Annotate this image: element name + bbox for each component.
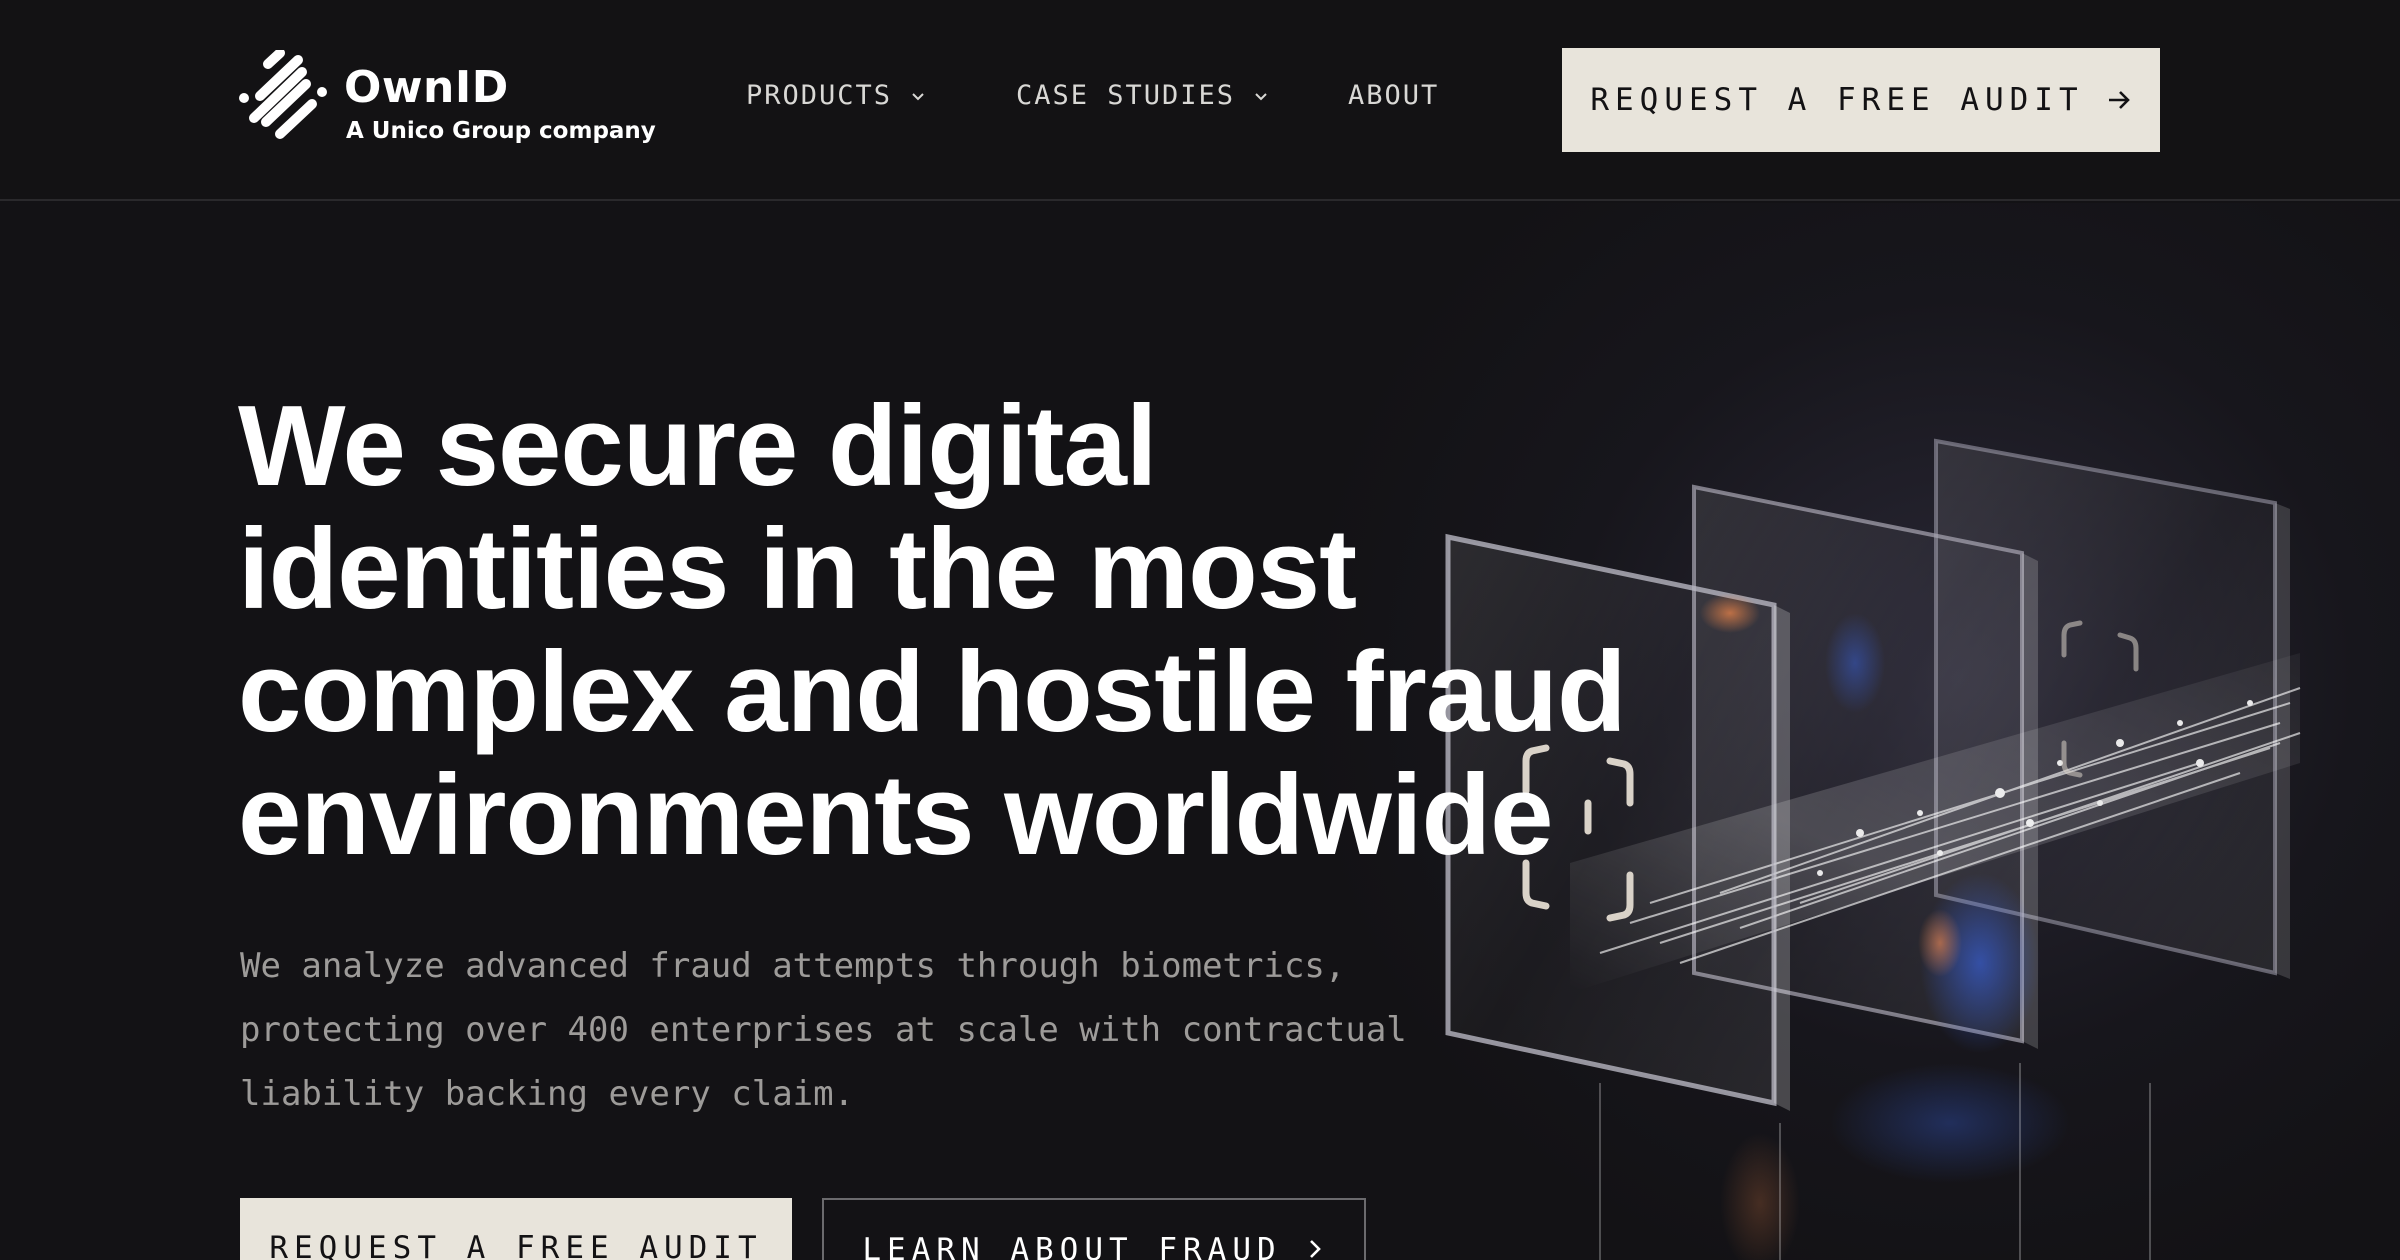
- hero-description-line: liability backing every claim.: [240, 1074, 855, 1114]
- header-cta-label: REQUEST A FREE AUDIT: [1590, 82, 2084, 118]
- hero-title-line: environments worldwide: [238, 752, 1554, 879]
- arrow-right-icon: [2108, 91, 2130, 109]
- chevron-down-icon: [912, 92, 924, 100]
- chevron-right-icon: [1309, 1240, 1321, 1258]
- nav-item-label: CASE STUDIES: [1016, 80, 1236, 111]
- learn-about-fraud-button[interactable]: LEARN ABOUT FRAUD: [822, 1198, 1366, 1260]
- nav-item-label: ABOUT: [1348, 80, 1440, 111]
- hero-title-line: identities in the most: [238, 506, 1357, 633]
- hero-title-line: complex and hostile fraud: [238, 629, 1627, 756]
- request-audit-button[interactable]: REQUEST A FREE AUDIT: [240, 1198, 792, 1260]
- nav-item-about[interactable]: ABOUT: [1348, 80, 1439, 111]
- site-header: OwnID A Unico Group company PRODUCTS CAS…: [0, 0, 2400, 201]
- brand-tagline: A Unico Group company: [346, 118, 656, 144]
- nav-item-products[interactable]: PRODUCTS: [746, 80, 926, 111]
- brand-logo[interactable]: OwnID A Unico Group company: [238, 50, 656, 150]
- hero-title: We secure digital identities in the most…: [238, 385, 1638, 877]
- hero-description-line: We analyze advanced fraud attempts throu…: [240, 946, 1346, 986]
- hero-description-line: protecting over 400 enterprises at scale…: [240, 1010, 1407, 1050]
- brand-name: OwnID: [344, 62, 509, 113]
- ownid-logo-mark-icon: [239, 50, 327, 139]
- hero-description: We analyze advanced fraud attempts throu…: [240, 934, 1540, 1126]
- nav-item-case-studies[interactable]: CASE STUDIES: [1016, 80, 1269, 111]
- chevron-down-icon: [1255, 92, 1267, 100]
- hero-title-line: We secure digital: [238, 383, 1158, 510]
- learn-about-fraud-label: LEARN ABOUT FRAUD: [862, 1232, 1282, 1260]
- nav-item-label: PRODUCTS: [746, 80, 893, 111]
- request-audit-header-button[interactable]: REQUEST A FREE AUDIT: [1562, 48, 2160, 152]
- request-audit-label: REQUEST A FREE AUDIT: [269, 1230, 763, 1260]
